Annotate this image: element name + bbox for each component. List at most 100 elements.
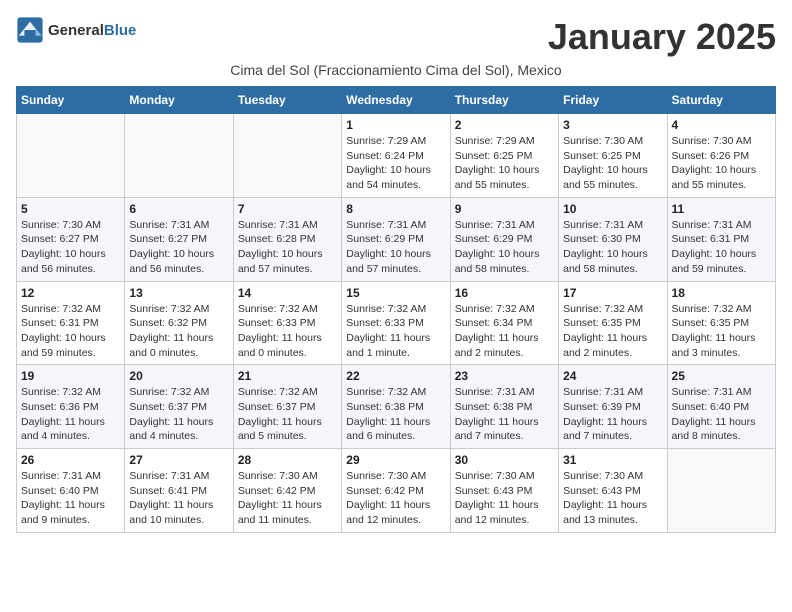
header: GeneralBlue January 2025 [16,16,776,58]
day-cell: 23Sunrise: 7:31 AM Sunset: 6:38 PM Dayli… [450,365,558,449]
day-cell: 14Sunrise: 7:32 AM Sunset: 6:33 PM Dayli… [233,281,341,365]
day-info: Sunrise: 7:32 AM Sunset: 6:34 PM Dayligh… [455,302,554,361]
day-info: Sunrise: 7:31 AM Sunset: 6:40 PM Dayligh… [21,469,120,528]
day-info: Sunrise: 7:32 AM Sunset: 6:37 PM Dayligh… [238,385,337,444]
day-cell: 7 Sunrise: 7:31 AM Sunset: 6:28 PM Daylig… [233,197,341,281]
day-header-wednesday: Wednesday [342,87,450,114]
day-number: 3 [563,118,662,132]
day-info: Sunrise: 7:32 AM Sunset: 6:35 PM Dayligh… [672,302,771,361]
day-number: 11 [672,202,771,216]
day-number: 24 [563,369,662,383]
day-number: 1 [346,118,445,132]
month-title: January 2025 [548,16,776,58]
day-info: Sunrise: 7:31 AM Sunset: 6:30 PM Dayligh… [563,218,662,277]
day-cell: 24 Sunrise: 7:31 AM Sunset: 6:39 PM Dayli… [559,365,667,449]
day-cell: 2 Sunrise: 7:29 AM Sunset: 6:25 PM Daylig… [450,114,558,198]
calendar-table: SundayMondayTuesdayWednesdayThursdayFrid… [16,86,776,533]
day-cell: 31Sunrise: 7:30 AM Sunset: 6:43 PM Dayli… [559,449,667,533]
day-info: Sunrise: 7:31 AM Sunset: 6:28 PM Dayligh… [238,218,337,277]
day-info: Sunrise: 7:30 AM Sunset: 6:42 PM Dayligh… [346,469,445,528]
week-row-3: 12Sunrise: 7:32 AM Sunset: 6:31 PM Dayli… [17,281,776,365]
day-number: 2 [455,118,554,132]
day-cell [667,449,775,533]
day-cell [233,114,341,198]
day-cell: 28Sunrise: 7:30 AM Sunset: 6:42 PM Dayli… [233,449,341,533]
day-cell: 5 Sunrise: 7:30 AM Sunset: 6:27 PM Daylig… [17,197,125,281]
day-cell: 9Sunrise: 7:31 AM Sunset: 6:29 PM Daylig… [450,197,558,281]
day-info: Sunrise: 7:32 AM Sunset: 6:33 PM Dayligh… [238,302,337,361]
day-cell [125,114,233,198]
day-header-thursday: Thursday [450,87,558,114]
day-number: 18 [672,286,771,300]
day-info: Sunrise: 7:32 AM Sunset: 6:37 PM Dayligh… [129,385,228,444]
day-cell: 17 Sunrise: 7:32 AM Sunset: 6:35 PM Dayli… [559,281,667,365]
day-number: 17 [563,286,662,300]
day-number: 5 [21,202,120,216]
day-info: Sunrise: 7:32 AM Sunset: 6:32 PM Dayligh… [129,302,228,361]
day-number: 29 [346,453,445,467]
day-info: Sunrise: 7:31 AM Sunset: 6:29 PM Dayligh… [346,218,445,277]
day-info: Sunrise: 7:29 AM Sunset: 6:24 PM Dayligh… [346,134,445,193]
day-info: Sunrise: 7:31 AM Sunset: 6:39 PM Dayligh… [563,385,662,444]
week-row-5: 26Sunrise: 7:31 AM Sunset: 6:40 PM Dayli… [17,449,776,533]
day-info: Sunrise: 7:32 AM Sunset: 6:33 PM Dayligh… [346,302,445,361]
day-info: Sunrise: 7:31 AM Sunset: 6:40 PM Dayligh… [672,385,771,444]
day-info: Sunrise: 7:32 AM Sunset: 6:38 PM Dayligh… [346,385,445,444]
day-info: Sunrise: 7:30 AM Sunset: 6:27 PM Dayligh… [21,218,120,277]
day-info: Sunrise: 7:30 AM Sunset: 6:25 PM Dayligh… [563,134,662,193]
day-cell: 22 Sunrise: 7:32 AM Sunset: 6:38 PM Dayli… [342,365,450,449]
day-cell: 16 Sunrise: 7:32 AM Sunset: 6:34 PM Dayli… [450,281,558,365]
day-header-tuesday: Tuesday [233,87,341,114]
day-cell: 25 Sunrise: 7:31 AM Sunset: 6:40 PM Dayli… [667,365,775,449]
day-cell: 6 Sunrise: 7:31 AM Sunset: 6:27 PM Daylig… [125,197,233,281]
logo-blue: Blue [104,22,137,39]
day-number: 15 [346,286,445,300]
day-cell: 18 Sunrise: 7:32 AM Sunset: 6:35 PM Dayli… [667,281,775,365]
day-cell: 15 Sunrise: 7:32 AM Sunset: 6:33 PM Dayli… [342,281,450,365]
day-number: 22 [346,369,445,383]
day-cell: 1 Sunrise: 7:29 AM Sunset: 6:24 PM Daylig… [342,114,450,198]
day-info: Sunrise: 7:31 AM Sunset: 6:38 PM Dayligh… [455,385,554,444]
day-cell: 8 Sunrise: 7:31 AM Sunset: 6:29 PM Daylig… [342,197,450,281]
day-info: Sunrise: 7:31 AM Sunset: 6:31 PM Dayligh… [672,218,771,277]
day-info: Sunrise: 7:30 AM Sunset: 6:42 PM Dayligh… [238,469,337,528]
day-number: 20 [129,369,228,383]
day-cell: 30Sunrise: 7:30 AM Sunset: 6:43 PM Dayli… [450,449,558,533]
day-number: 16 [455,286,554,300]
day-header-row: SundayMondayTuesdayWednesdayThursdayFrid… [17,87,776,114]
logo-icon [16,16,44,44]
day-cell: 29 Sunrise: 7:30 AM Sunset: 6:42 PM Dayli… [342,449,450,533]
subtitle: Cima del Sol (Fraccionamiento Cima del S… [16,62,776,78]
day-cell: 3 Sunrise: 7:30 AM Sunset: 6:25 PM Daylig… [559,114,667,198]
day-number: 19 [21,369,120,383]
day-cell: 27Sunrise: 7:31 AM Sunset: 6:41 PM Dayli… [125,449,233,533]
week-row-4: 19 Sunrise: 7:32 AM Sunset: 6:36 PM Dayli… [17,365,776,449]
day-cell: 13 Sunrise: 7:32 AM Sunset: 6:32 PM Dayli… [125,281,233,365]
logo: GeneralBlue [16,16,136,44]
day-number: 4 [672,118,771,132]
day-number: 27 [129,453,228,467]
day-info: Sunrise: 7:31 AM Sunset: 6:27 PM Dayligh… [129,218,228,277]
day-number: 21 [238,369,337,383]
day-number: 7 [238,202,337,216]
day-info: Sunrise: 7:32 AM Sunset: 6:35 PM Dayligh… [563,302,662,361]
day-cell: 19 Sunrise: 7:32 AM Sunset: 6:36 PM Dayli… [17,365,125,449]
day-number: 8 [346,202,445,216]
day-cell: 12Sunrise: 7:32 AM Sunset: 6:31 PM Dayli… [17,281,125,365]
day-cell: 4 Sunrise: 7:30 AM Sunset: 6:26 PM Daylig… [667,114,775,198]
day-info: Sunrise: 7:31 AM Sunset: 6:29 PM Dayligh… [455,218,554,277]
day-cell [17,114,125,198]
day-number: 10 [563,202,662,216]
day-info: Sunrise: 7:29 AM Sunset: 6:25 PM Dayligh… [455,134,554,193]
day-cell: 11 Sunrise: 7:31 AM Sunset: 6:31 PM Dayli… [667,197,775,281]
day-number: 12 [21,286,120,300]
day-number: 13 [129,286,228,300]
day-info: Sunrise: 7:30 AM Sunset: 6:26 PM Dayligh… [672,134,771,193]
day-cell: 26Sunrise: 7:31 AM Sunset: 6:40 PM Dayli… [17,449,125,533]
day-info: Sunrise: 7:32 AM Sunset: 6:36 PM Dayligh… [21,385,120,444]
logo-text: GeneralBlue [48,22,136,39]
day-header-friday: Friday [559,87,667,114]
day-number: 25 [672,369,771,383]
day-number: 6 [129,202,228,216]
week-row-2: 5 Sunrise: 7:30 AM Sunset: 6:27 PM Daylig… [17,197,776,281]
